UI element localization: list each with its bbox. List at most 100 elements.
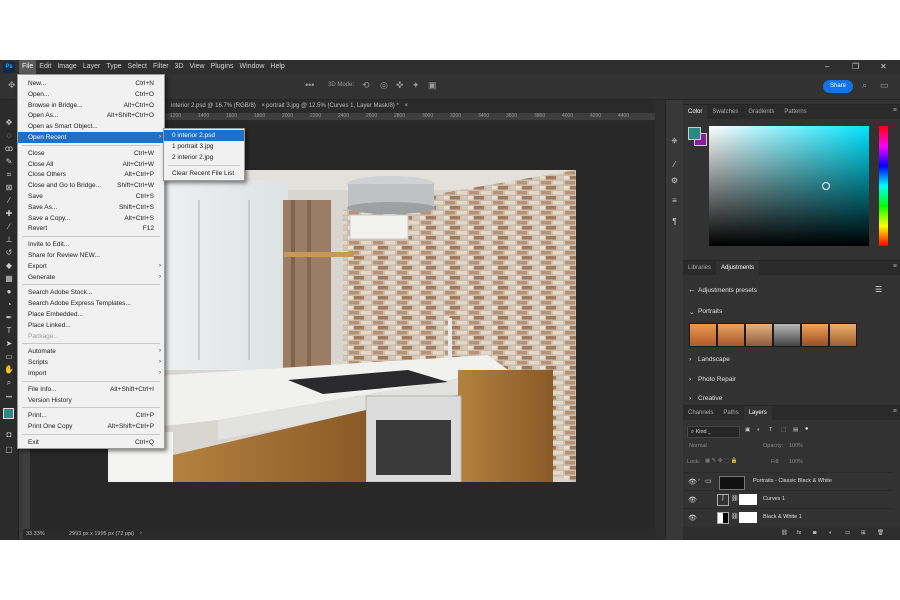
menu-file[interactable]: File (19, 60, 37, 74)
lock-pixels-icon[interactable]: ▦ ✎ ✥ ⬚ 🔒 (705, 458, 738, 464)
menu-edit[interactable]: Edit (36, 60, 54, 74)
opacity-value[interactable]: 100% (789, 443, 803, 449)
file-menu-item-close-all[interactable]: Close All Alt+Ctrl+W (18, 159, 164, 170)
file-menu-item-new[interactable]: New... Ctrl+N (18, 78, 164, 89)
restore-icon[interactable]: ❐ (852, 60, 859, 74)
recent-file-1[interactable]: 1 portrait 3.jpg (164, 141, 244, 152)
3d-slide-icon[interactable]: ✦ (412, 80, 420, 91)
3d-pan-icon[interactable]: ✜ (396, 80, 404, 91)
tool-preset-icon[interactable]: ✥ (8, 80, 16, 91)
tab-channels[interactable]: Channels (683, 406, 718, 420)
search-icon[interactable]: ⌕ (862, 80, 867, 91)
menu-help[interactable]: Help (267, 60, 287, 74)
group-mask-thumbnail[interactable] (719, 476, 745, 490)
gradient-tool-icon[interactable]: ▦ (4, 274, 14, 284)
eraser-tool-icon[interactable]: ◆ (4, 261, 14, 271)
layer-filter-kind[interactable]: ⌕ Kind ⌄ (687, 426, 740, 438)
tab-gradients[interactable]: Gradients (743, 105, 779, 119)
menu-window[interactable]: Window (237, 60, 268, 74)
menu-3d[interactable]: 3D (172, 60, 187, 74)
trash-icon[interactable]: 🗑 (877, 530, 884, 536)
more-options-icon[interactable]: ••• (305, 80, 314, 90)
preset-group-landscape[interactable]: Landscape (698, 356, 730, 363)
expand-icon[interactable]: ⌄ (689, 308, 694, 316)
path-select-tool-icon[interactable]: ➤ (4, 339, 14, 349)
preset-thumbnail[interactable] (773, 323, 801, 347)
marquee-tool-icon[interactable]: ◌ (4, 131, 14, 141)
share-button[interactable]: Share (823, 80, 853, 93)
file-menu-item-save-a-copy[interactable]: Save a Copy... Alt+Ctrl+S (18, 213, 164, 224)
adjustment-layer-icon[interactable]: ◐ (829, 530, 832, 536)
fill-value[interactable]: 100% (789, 459, 803, 465)
layer-mask-thumbnail[interactable] (739, 494, 757, 505)
document-image[interactable] (108, 170, 576, 482)
preset-thumbnail[interactable] (829, 323, 857, 347)
color-field[interactable] (709, 126, 869, 246)
panel-menu-icon[interactable]: ≡ (893, 107, 897, 114)
file-menu-item-save-as[interactable]: Save As... Shift+Ctrl+S (18, 202, 164, 213)
visibility-eye-icon[interactable]: 👁 (688, 496, 697, 504)
menu-type[interactable]: Type (103, 60, 124, 74)
blur-tool-icon[interactable]: ● (4, 287, 14, 297)
new-layer-icon[interactable]: ⊞ (861, 530, 866, 536)
adjust-sliders-icon[interactable]: ≡ (669, 196, 680, 207)
visibility-eye-icon[interactable]: 👁 (688, 478, 697, 486)
history-panel-icon[interactable]: ⎈ (669, 136, 680, 147)
minimize-icon[interactable]: – (825, 60, 829, 74)
tab-interior-2[interactable]: interior 2.psd @ 16.7% (RGB/8) × (171, 100, 265, 113)
eyedropper-tool-icon[interactable]: ⁄ (4, 196, 14, 206)
file-menu-item-browse-in-bridge[interactable]: Browse in Bridge... Alt+Ctrl+O (18, 100, 164, 111)
filter-smart-icon[interactable]: ▤ (793, 427, 798, 433)
collapse-icon[interactable]: › (689, 395, 691, 405)
tab-patterns[interactable]: Patterns (779, 105, 811, 119)
healing-tool-icon[interactable]: ✚ (4, 209, 14, 219)
file-menu-item-scripts[interactable]: Scripts › (18, 357, 164, 368)
chain-link-icon[interactable]: ⛓ (731, 513, 739, 520)
workspace-icon[interactable]: ▭ (880, 80, 889, 91)
zoom-tool-icon[interactable]: ⌕ (4, 378, 14, 388)
close-window-icon[interactable]: ✕ (880, 60, 887, 74)
more-tools-icon[interactable]: ••• (4, 393, 14, 403)
collapse-icon[interactable]: › (689, 356, 691, 363)
dodge-tool-icon[interactable]: ◔ (4, 300, 14, 310)
tab-paths[interactable]: Paths (718, 406, 743, 420)
filter-adjustment-icon[interactable]: ◐ (757, 427, 760, 433)
menu-layer[interactable]: Layer (80, 60, 104, 74)
file-menu-item-open-recent[interactable]: Open Recent › (18, 132, 164, 143)
recent-file-0[interactable]: 0 interior 2.psd (164, 130, 244, 141)
canvas-scrollbar[interactable] (655, 100, 665, 540)
properties-panel-icon[interactable]: ⚙ (669, 176, 680, 187)
tab-portrait-3[interactable]: portrait 3.jpg @ 12.5% (Curves 1, Layer … (266, 100, 408, 113)
preset-group-photo-repair[interactable]: Photo Repair (698, 376, 736, 383)
file-menu-item-export[interactable]: Export › (18, 261, 164, 272)
file-menu-item-print[interactable]: Print... Ctrl+P (18, 410, 164, 421)
tab-libraries[interactable]: Libraries (683, 261, 716, 275)
tab-close-icon[interactable]: × (404, 103, 408, 109)
color-picker-cursor[interactable] (822, 182, 830, 190)
panel-menu-icon[interactable]: ≡ (893, 408, 897, 415)
3d-roll-icon[interactable]: ◎ (380, 80, 388, 91)
file-menu-item-open-as-smart-object[interactable]: Open as Smart Object... (18, 121, 164, 132)
file-menu-item-file-info[interactable]: File Info... Alt+Shift+Ctrl+I (18, 384, 164, 395)
zoom-level[interactable]: 33.33% (26, 531, 45, 537)
layer-row-curves[interactable]: 👁 ∫ ⛓ Curves 1 (683, 490, 893, 508)
menu-filter[interactable]: Filter (150, 60, 172, 74)
back-arrow-icon[interactable]: ← (688, 285, 696, 294)
file-menu-item-close-others[interactable]: Close Others Alt+Ctrl+P (18, 169, 164, 180)
tab-adjustments[interactable]: Adjustments (716, 261, 760, 275)
3d-orbit-icon[interactable]: ⟲ (362, 80, 370, 91)
history-brush-icon[interactable]: ↺ (4, 248, 14, 258)
hue-slider[interactable] (879, 126, 888, 246)
preset-thumbnail[interactable] (717, 323, 745, 347)
file-menu-item-search-adobe-express-templates[interactable]: Search Adobe Express Templates... (18, 298, 164, 309)
file-menu-item-exit[interactable]: Exit Ctrl+Q (18, 437, 164, 448)
new-group-icon[interactable]: ▭ (845, 530, 850, 536)
frame-tool-icon[interactable]: ⊠ (4, 183, 14, 193)
file-menu-item-search-adobe-stock[interactable]: Search Adobe Stock... (18, 287, 164, 298)
brush-tool-icon[interactable]: ∕ (4, 222, 14, 232)
file-menu-item-save[interactable]: Save Ctrl+S (18, 191, 164, 202)
preset-group-portraits[interactable]: Portraits (698, 308, 722, 315)
file-menu-item-automate[interactable]: Automate › (18, 346, 164, 357)
tab-layers[interactable]: Layers (743, 406, 772, 420)
tab-color[interactable]: Color (683, 105, 708, 119)
